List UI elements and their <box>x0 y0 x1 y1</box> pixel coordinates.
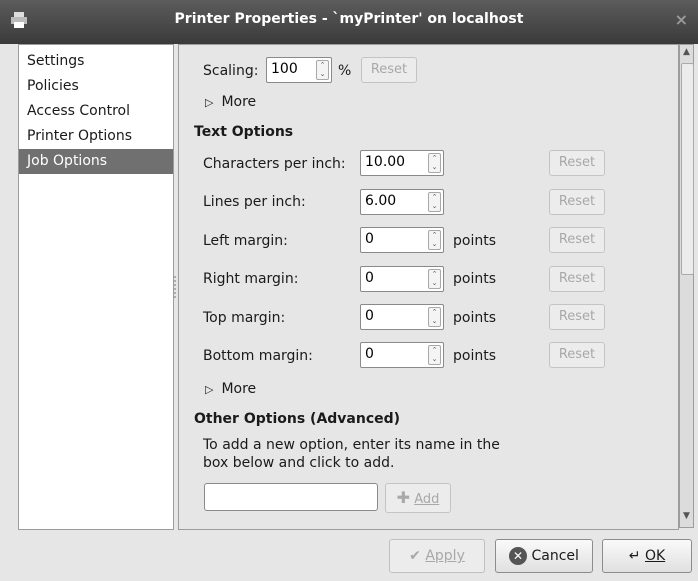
right-margin-label: Right margin: <box>203 271 299 287</box>
text-more-expander[interactable]: ▷ More <box>205 381 256 397</box>
scaling-spinbox[interactable]: ⌃⌄ <box>266 57 332 83</box>
sidebar-item-settings[interactable]: Settings <box>19 49 173 74</box>
vertical-scrollbar[interactable]: ▲ ▼ <box>679 44 694 528</box>
sidebar-item-policies[interactable]: Policies <box>19 74 173 99</box>
new-option-field[interactable] <box>209 488 369 504</box>
spin-up-icon[interactable]: ⌃ <box>429 270 440 279</box>
other-options-heading: Other Options (Advanced) <box>194 411 401 427</box>
new-option-input[interactable] <box>204 483 378 511</box>
add-option-button[interactable]: ✚ Add <box>385 483 451 513</box>
sidebar-item-access-control[interactable]: Access Control <box>19 99 173 124</box>
sidebar: Settings Policies Access Control Printer… <box>18 44 174 530</box>
spin-up-icon[interactable]: ⌃ <box>317 61 328 70</box>
plus-icon: ✚ <box>396 488 411 507</box>
bottom-margin-label: Bottom margin: <box>203 348 313 364</box>
enter-icon: ↵ <box>628 548 641 564</box>
spin-down-icon[interactable]: ⌄ <box>429 279 440 288</box>
apply-button[interactable]: ✔ Apply <box>389 539 485 573</box>
sidebar-item-job-options[interactable]: Job Options <box>19 149 173 174</box>
left-margin-spinbox[interactable]: ⌃⌄ <box>360 227 444 253</box>
spin-up-icon[interactable]: ⌃ <box>429 193 440 202</box>
bottom-margin-spinbox[interactable]: ⌃⌄ <box>360 342 444 368</box>
triangle-right-icon: ▷ <box>205 96 214 109</box>
spin-down-icon[interactable]: ⌄ <box>429 163 440 172</box>
spin-arrows[interactable]: ⌃ ⌄ <box>428 345 441 365</box>
spin-down-icon[interactable]: ⌄ <box>429 240 440 249</box>
right-margin-spinbox[interactable]: ⌃⌄ <box>360 266 444 292</box>
right-margin-reset-button[interactable]: Reset <box>549 266 605 292</box>
spin-down-icon[interactable]: ⌄ <box>429 355 440 364</box>
spin-arrows[interactable]: ⌃ ⌄ <box>316 60 329 80</box>
top-margin-unit: points <box>453 310 496 326</box>
spin-up-icon[interactable]: ⌃ <box>429 346 440 355</box>
other-options-desc-line1: To add a new option, enter its name in t… <box>203 437 500 453</box>
cpi-reset-button[interactable]: Reset <box>549 150 605 176</box>
spin-arrows[interactable]: ⌃ ⌄ <box>428 269 441 289</box>
checkmark-icon: ✔ <box>409 548 421 564</box>
scroll-up-icon[interactable]: ▲ <box>681 47 692 61</box>
cpi-label: Characters per inch: <box>203 156 346 172</box>
right-margin-input[interactable] <box>365 270 405 286</box>
left-margin-unit: points <box>453 233 496 249</box>
scaling-reset-button[interactable]: Reset <box>361 57 417 83</box>
top-margin-label: Top margin: <box>203 310 286 326</box>
right-margin-unit: points <box>453 271 496 287</box>
scaling-label: Scaling: <box>203 63 259 79</box>
bottom-margin-input[interactable] <box>365 346 405 362</box>
cancel-button[interactable]: ✕ Cancel <box>495 539 593 573</box>
left-margin-reset-button[interactable]: Reset <box>549 227 605 253</box>
spin-arrows[interactable]: ⌃ ⌄ <box>428 192 441 212</box>
spin-arrows[interactable]: ⌃ ⌄ <box>428 307 441 327</box>
lpi-label: Lines per inch: <box>203 194 306 210</box>
spin-down-icon[interactable]: ⌄ <box>317 70 328 79</box>
cpi-spinbox[interactable]: ⌃⌄ <box>360 150 444 176</box>
title-bar: Printer Properties - `myPrinter' on loca… <box>0 0 698 44</box>
sidebar-item-printer-options[interactable]: Printer Options <box>19 124 173 149</box>
scaling-unit: % <box>338 63 352 79</box>
spin-arrows[interactable]: ⌃ ⌄ <box>428 230 441 250</box>
scroll-down-icon[interactable]: ▼ <box>681 511 692 525</box>
other-options-desc-line2: box below and click to add. <box>203 455 395 471</box>
bottom-margin-reset-button[interactable]: Reset <box>549 342 605 368</box>
spin-up-icon[interactable]: ⌃ <box>429 231 440 240</box>
spin-down-icon[interactable]: ⌄ <box>429 317 440 326</box>
lpi-reset-button[interactable]: Reset <box>549 189 605 215</box>
top-margin-spinbox[interactable]: ⌃⌄ <box>360 304 444 330</box>
ok-button[interactable]: ↵ OK <box>602 539 692 573</box>
triangle-right-icon: ▷ <box>205 383 214 396</box>
top-margin-reset-button[interactable]: Reset <box>549 304 605 330</box>
spin-up-icon[interactable]: ⌃ <box>429 154 440 163</box>
cancel-icon: ✕ <box>509 547 528 565</box>
bottom-margin-unit: points <box>453 348 496 364</box>
more-expander[interactable]: ▷ More <box>205 94 256 110</box>
spin-up-icon[interactable]: ⌃ <box>429 308 440 317</box>
left-margin-input[interactable] <box>365 231 405 247</box>
pane-resize-grip[interactable] <box>173 275 177 299</box>
spin-down-icon[interactable]: ⌄ <box>429 202 440 211</box>
window-title: Printer Properties - `myPrinter' on loca… <box>174 11 524 27</box>
spin-arrows[interactable]: ⌃ ⌄ <box>428 153 441 173</box>
left-margin-label: Left margin: <box>203 233 288 249</box>
lpi-spinbox[interactable]: ⌃⌄ <box>360 189 444 215</box>
scaling-input[interactable] <box>271 61 311 77</box>
lpi-input[interactable] <box>365 193 405 209</box>
cpi-input[interactable] <box>365 154 405 170</box>
close-icon[interactable]: × <box>675 10 688 29</box>
text-options-heading: Text Options <box>194 124 294 140</box>
scroll-thumb[interactable] <box>681 63 694 275</box>
top-margin-input[interactable] <box>365 308 405 324</box>
